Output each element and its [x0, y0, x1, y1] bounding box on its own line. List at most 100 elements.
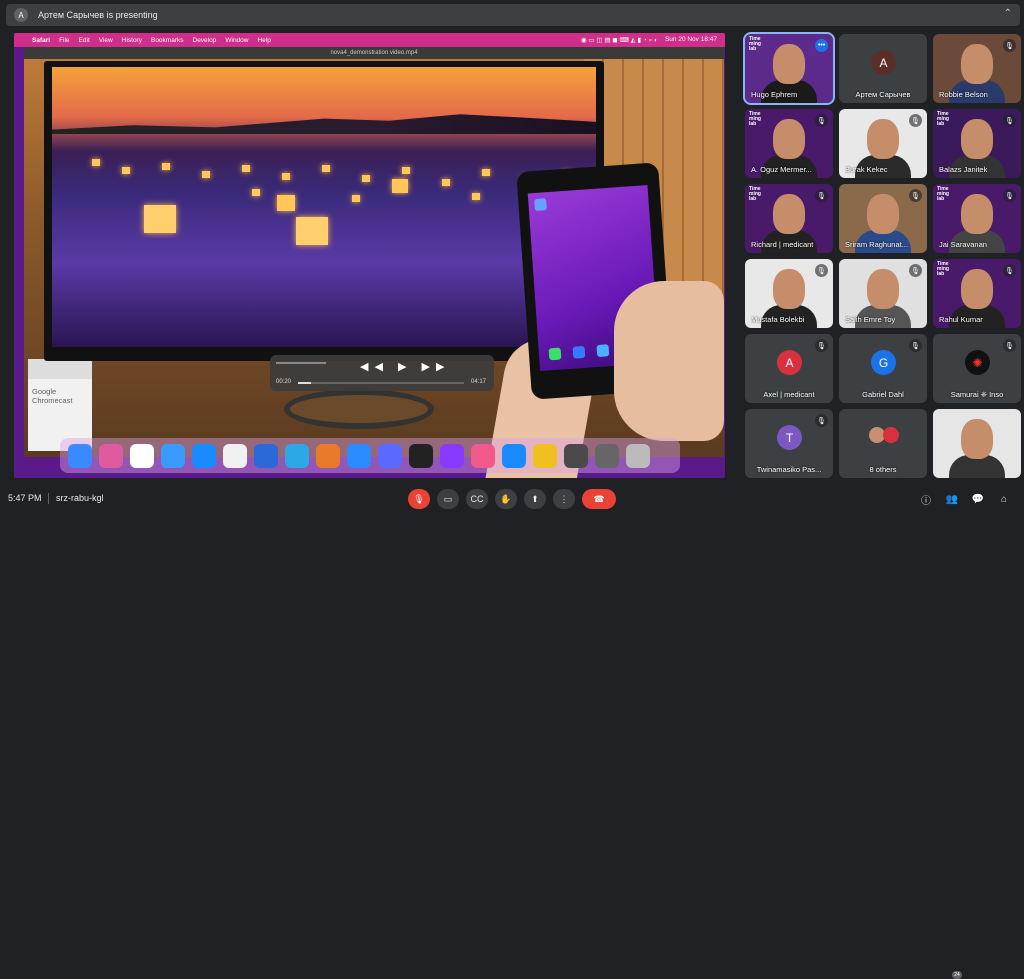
mic-off-icon: 🎙	[909, 114, 922, 127]
participant-tile[interactable]: Time ming lab ••• Hugo Ephrem	[743, 32, 835, 105]
participant-face	[867, 269, 899, 309]
video-frame: Google Chromecast ◀◀ ▶ ▶▶ 00:20 04:17	[24, 59, 724, 478]
collapse-icon[interactable]: ⌃	[1004, 8, 1012, 19]
participant-tile[interactable]: A 🎙 Axel | medicant	[745, 334, 833, 403]
participant-face	[867, 119, 899, 159]
participant-tile[interactable]: 🎙 Sriram Raghunat...	[839, 184, 927, 253]
mic-off-icon: 🎙	[815, 114, 828, 127]
participant-tile[interactable]: 🎙 Burak Kekec	[839, 109, 927, 178]
mail-icon[interactable]	[161, 443, 185, 468]
tile-logo-text: Time ming lab	[749, 186, 761, 202]
participant-avatar: A	[777, 350, 802, 375]
participant-name: Salih Emre Toy	[845, 315, 896, 324]
participant-name: Sriram Raghunat...	[845, 240, 908, 249]
camera-button[interactable]: ▭	[437, 489, 459, 509]
menubar-item: Bookmarks	[150, 36, 184, 44]
more-options-button[interactable]: ⋮	[553, 489, 575, 509]
tile-logo-text: Time ming lab	[937, 186, 949, 202]
shared-screen: Safari File Edit View History Bookmarks …	[14, 33, 725, 478]
appstore2-icon[interactable]	[347, 443, 371, 468]
meeting-time: 5:47 PM	[8, 493, 42, 503]
participant-name: Mustafa Bolekbi	[751, 315, 805, 324]
others-avatar	[883, 427, 899, 443]
presenter-avatar: A	[14, 8, 28, 22]
status-icons: ◉ ▭ ◫ ▤ ◼ ⌨ ◭ ▮ ◔ ⌕ ◐	[580, 36, 658, 44]
participant-tile[interactable]: A Артем Сарычев	[839, 34, 927, 103]
maps-icon[interactable]	[440, 443, 464, 468]
xcode-icon[interactable]	[254, 443, 278, 468]
presenting-bar: A Артем Сарычев is presenting ⌃	[0, 0, 1024, 30]
playback-buttons[interactable]: ◀◀ ▶ ▶▶	[360, 360, 450, 373]
participant-tile[interactable]: Time ming lab 🎙 Balazs Janitek	[933, 109, 1021, 178]
participant-tile[interactable]: 🎙 Robbie Belson	[933, 34, 1021, 103]
meeting-toolbar: 5:47 PM srz-rabu-kgl 🎙 ▭ CC ✋ ⬆ ⋮ ☎ ⓘ 👥 …	[0, 485, 1024, 979]
participant-tile[interactable]	[933, 409, 1021, 478]
trash-icon[interactable]	[626, 443, 650, 468]
mic-off-button[interactable]: 🎙	[408, 489, 430, 509]
menubar-item: View	[98, 36, 113, 44]
appstore-icon[interactable]	[192, 443, 216, 468]
mac-dock	[60, 438, 680, 473]
yandex-icon[interactable]	[130, 443, 154, 468]
preview-icon[interactable]	[595, 443, 619, 468]
terminal-icon[interactable]	[409, 443, 433, 468]
participant-name: Gabriel Dahl	[862, 390, 904, 399]
participant-tile[interactable]: T 🎙 Twinamasiko Pas...	[745, 409, 833, 478]
info-icon[interactable]: ⓘ	[918, 491, 934, 507]
participant-avatar: A	[871, 50, 896, 75]
participant-name: Hugo Ephrem	[751, 90, 798, 99]
video-player-window: nova4_demonstration video.mp4 Google Chr…	[24, 47, 724, 478]
cleaner-icon[interactable]	[316, 443, 340, 468]
present-button[interactable]: ⬆	[524, 489, 546, 509]
mic-off-icon: 🎙	[1003, 264, 1016, 277]
participant-tile[interactable]: 🎙 Mustafa Bolekbi	[745, 259, 833, 328]
participant-grid: Time ming lab ••• Hugo Ephrem A Артем Сарыче…	[743, 32, 1023, 478]
participant-name: Twinamasiko Pas...	[756, 465, 822, 474]
participant-name: Burak Kekec	[845, 165, 888, 174]
safari-icon[interactable]	[502, 443, 526, 468]
participant-tile[interactable]: 8 others	[839, 409, 927, 478]
participant-name: A. Oguz Mermer...	[751, 165, 812, 174]
participant-tile[interactable]: Time ming lab 🎙 Rahul Kumar	[933, 259, 1021, 328]
menubar-clock: Sun 20 Nov 18:47	[664, 35, 717, 43]
participant-tile[interactable]: G 🎙 Gabriel Dahl	[839, 334, 927, 403]
raise-hand-button[interactable]: ✋	[495, 489, 517, 509]
discord-icon[interactable]	[378, 443, 402, 468]
participant-face	[773, 44, 805, 84]
participant-tile[interactable]: Time ming lab 🎙 A. Oguz Mermer...	[745, 109, 833, 178]
leave-call-button[interactable]: ☎	[582, 489, 616, 509]
telegram-icon[interactable]	[285, 443, 309, 468]
speaking-icon: •••	[815, 39, 828, 52]
participant-tile[interactable]: ✺ 🎙 Samurai ❈ Inso	[933, 334, 1021, 403]
participant-name: Balazs Janitek	[939, 165, 988, 174]
participant-name: Robbie Belson	[939, 90, 988, 99]
participant-tile[interactable]: Time ming lab 🎙 Richard | medicant	[745, 184, 833, 253]
tile-logo-text: Time ming lab	[749, 36, 761, 52]
quicktime-icon[interactable]	[564, 443, 588, 468]
activities-icon[interactable]: ⌂	[996, 491, 1012, 507]
menubar-item: History	[121, 36, 142, 44]
presenting-text: Артем Сарычев is presenting	[38, 10, 158, 20]
chat-icon[interactable]: 💬	[970, 491, 986, 507]
finder-icon[interactable]	[68, 443, 92, 468]
menubar-item: Safari	[32, 36, 51, 44]
presenting-pill[interactable]: A Артем Сарычев is presenting ⌃	[6, 4, 1020, 26]
participant-name: 8 others	[869, 465, 897, 474]
participant-face	[961, 44, 993, 84]
video-controls[interactable]: ◀◀ ▶ ▶▶ 00:20 04:17	[270, 355, 494, 391]
captions-button[interactable]: CC	[466, 489, 488, 509]
bolt-icon[interactable]	[533, 443, 557, 468]
tile-logo-text: Time ming lab	[937, 261, 949, 277]
progress-bar[interactable]	[298, 382, 464, 384]
participant-tile[interactable]: 🎙 Salih Emre Toy	[839, 259, 927, 328]
volume-slider[interactable]	[276, 362, 326, 364]
mic-off-icon: 🎙	[815, 189, 828, 202]
people-icon[interactable]: 👥	[944, 491, 960, 507]
notes-icon[interactable]	[223, 443, 247, 468]
participant-tile[interactable]: Time ming lab 🎙 Jai Saravanan	[933, 184, 1021, 253]
launchpad-icon[interactable]	[99, 443, 123, 468]
tile-logo-text: Time ming lab	[937, 111, 949, 127]
mic-off-icon: 🎙	[909, 264, 922, 277]
photos-icon[interactable]	[471, 443, 495, 468]
mic-off-icon: 🎙	[1003, 39, 1016, 52]
